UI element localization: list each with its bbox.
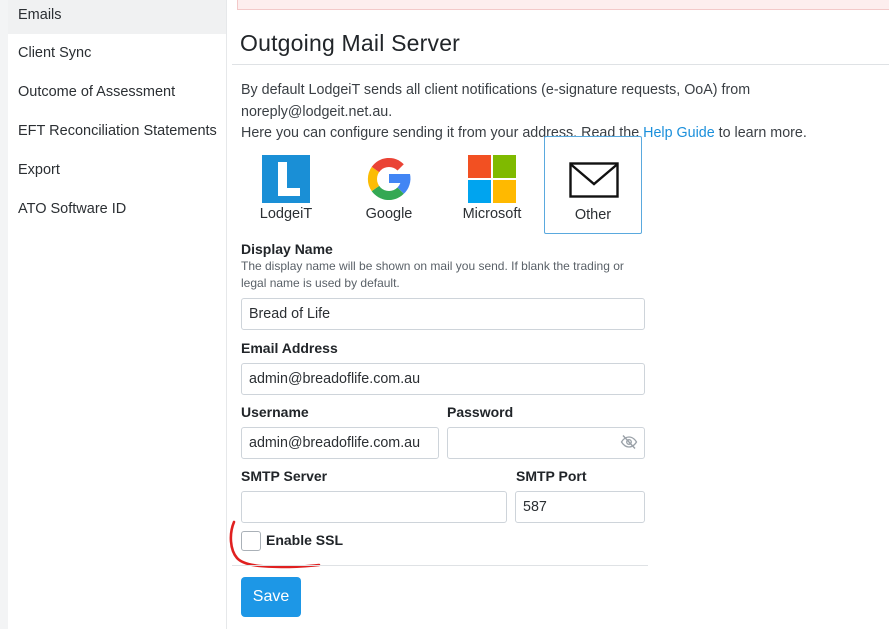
provider-label: Google (365, 206, 413, 222)
intro-line-1: By default LodgeiT sends all client noti… (241, 82, 751, 120)
smtp-port-label: SMTP Port (516, 468, 587, 484)
smtp-server-label: SMTP Server (241, 468, 328, 484)
sidebar-item-label: Outcome of Assessment (18, 84, 176, 100)
smtp-port-input[interactable]: 587 (515, 491, 645, 523)
provider-other[interactable]: Other (544, 136, 642, 234)
intro-text: By default LodgeiT sends all client noti… (241, 80, 887, 145)
sidebar-item-emails[interactable]: Emails (8, 0, 226, 34)
email-address-label: Email Address (241, 340, 338, 356)
username-label: Username (241, 404, 309, 420)
provider-google[interactable]: Google (340, 136, 438, 234)
provider-microsoft[interactable]: Microsoft (443, 136, 541, 234)
sidebar-item-label: Emails (18, 7, 62, 23)
sidebar-item-ato-software-id[interactable]: ATO Software ID (8, 190, 226, 228)
sidebar-item-label: Export (18, 162, 60, 178)
title-divider (232, 64, 889, 65)
sidebar-item-outcome-of-assessment[interactable]: Outcome of Assessment (8, 73, 226, 111)
display-name-help: The display name will be shown on mail y… (241, 259, 624, 290)
left-edge-strip (0, 0, 8, 629)
envelope-icon (569, 162, 619, 198)
display-name-input[interactable]: Bread of Life (241, 298, 645, 330)
username-value: admin@breadoflife.com.au (249, 435, 421, 451)
eye-slash-icon[interactable] (620, 434, 638, 450)
display-name-label: Display Name (241, 241, 333, 257)
sidebar-item-client-sync[interactable]: Client Sync (8, 34, 226, 72)
page-title: Outgoing Mail Server (240, 30, 461, 56)
alert-banner-edge (237, 0, 889, 10)
smtp-port-value: 587 (523, 499, 547, 515)
microsoft-logo-icon (468, 155, 516, 203)
red-annotation-mark (229, 520, 321, 569)
save-button[interactable]: Save (241, 577, 301, 617)
help-guide-link[interactable]: Help Guide (643, 125, 715, 141)
provider-lodgeit[interactable]: LodgeiT (237, 136, 335, 234)
sidebar-item-eft-reconciliation[interactable]: EFT Reconciliation Statements (8, 112, 226, 150)
sidebar-item-label: EFT Reconciliation Statements (18, 123, 217, 139)
sidebar-item-label: ATO Software ID (18, 201, 127, 217)
username-input[interactable]: admin@breadoflife.com.au (241, 427, 439, 459)
form-divider (232, 565, 648, 566)
provider-label: Other (574, 207, 612, 223)
google-logo-icon (367, 157, 411, 201)
sidebar-item-label: Client Sync (18, 45, 92, 61)
provider-label: LodgeiT (259, 206, 313, 222)
email-address-value: admin@breadoflife.com.au (249, 371, 421, 387)
password-label: Password (447, 404, 514, 420)
email-address-input[interactable]: admin@breadoflife.com.au (241, 363, 645, 395)
password-input[interactable] (447, 427, 645, 459)
display-name-value: Bread of Life (249, 306, 331, 322)
settings-sidebar: Emails Client Sync Outcome of Assessment… (8, 0, 227, 629)
provider-label: Microsoft (462, 206, 522, 222)
intro-line-2-end: to learn more. (714, 125, 807, 141)
sidebar-item-export[interactable]: Export (8, 151, 226, 189)
lodgeit-logo-icon (262, 155, 310, 203)
